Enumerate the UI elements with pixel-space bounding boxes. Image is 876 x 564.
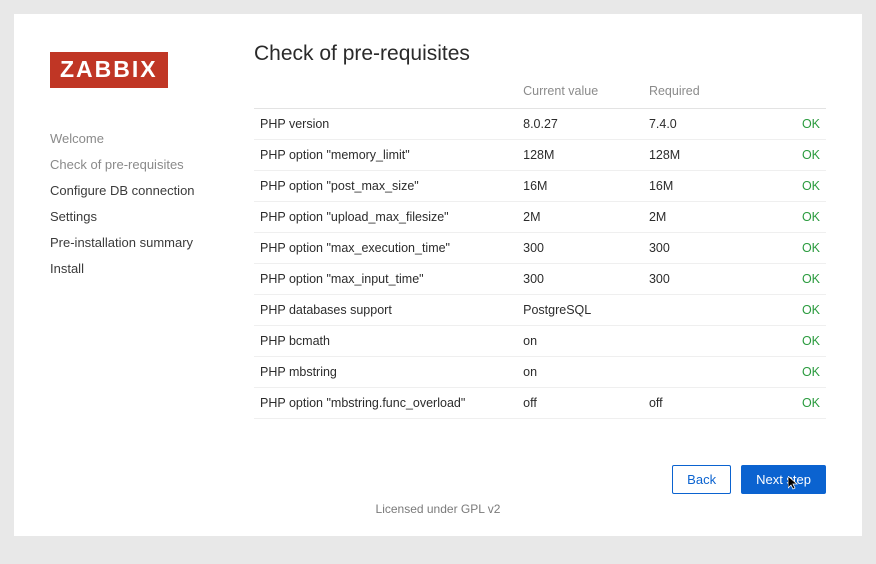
requirements-table: Current value Required PHP version8.0.27… bbox=[254, 76, 826, 419]
cell-current: 128M bbox=[517, 140, 643, 171]
table-row: PHP option "max_input_time"300300OK bbox=[254, 264, 826, 295]
cell-required: 128M bbox=[643, 140, 757, 171]
cell-name: PHP option "mbstring.func_overload" bbox=[254, 388, 517, 419]
cell-name: PHP option "memory_limit" bbox=[254, 140, 517, 171]
next-step-label: Next step bbox=[756, 472, 811, 487]
col-required: Required bbox=[643, 76, 757, 109]
nav-step[interactable]: Install bbox=[50, 256, 248, 282]
cell-name: PHP option "max_input_time" bbox=[254, 264, 517, 295]
cell-required: 7.4.0 bbox=[643, 109, 757, 140]
back-button[interactable]: Back bbox=[672, 465, 731, 494]
table-row: PHP option "mbstring.func_overload"offof… bbox=[254, 388, 826, 419]
nav-step[interactable]: Settings bbox=[50, 204, 248, 230]
cell-required bbox=[643, 357, 757, 388]
table-row: PHP option "post_max_size"16M16MOK bbox=[254, 171, 826, 202]
cell-status: OK bbox=[757, 140, 826, 171]
wizard-buttons: Back Next step bbox=[254, 451, 826, 502]
cell-required bbox=[643, 326, 757, 357]
cell-status: OK bbox=[757, 233, 826, 264]
cell-status: OK bbox=[757, 388, 826, 419]
col-status bbox=[757, 76, 826, 109]
page-title: Check of pre-requisites bbox=[254, 42, 826, 66]
content-columns: ZABBIX WelcomeCheck of pre-requisitesCon… bbox=[50, 42, 826, 502]
cell-name: PHP version bbox=[254, 109, 517, 140]
right-column: Check of pre-requisites Current value Re… bbox=[248, 42, 826, 502]
brand-logo: ZABBIX bbox=[50, 52, 168, 88]
nav-step[interactable]: Welcome bbox=[50, 126, 248, 152]
cell-current: 8.0.27 bbox=[517, 109, 643, 140]
cell-name: PHP mbstring bbox=[254, 357, 517, 388]
cell-current: 300 bbox=[517, 264, 643, 295]
cell-status: OK bbox=[757, 264, 826, 295]
cell-required: 300 bbox=[643, 233, 757, 264]
cell-current: 300 bbox=[517, 233, 643, 264]
cell-required: off bbox=[643, 388, 757, 419]
cell-current: PostgreSQL bbox=[517, 295, 643, 326]
table-row: PHP option "memory_limit"128M128MOK bbox=[254, 140, 826, 171]
table-row: PHP option "upload_max_filesize"2M2MOK bbox=[254, 202, 826, 233]
table-row: PHP version8.0.277.4.0OK bbox=[254, 109, 826, 140]
cell-current: 2M bbox=[517, 202, 643, 233]
col-name bbox=[254, 76, 517, 109]
license-footer: Licensed under GPL v2 bbox=[50, 502, 826, 518]
cell-current: on bbox=[517, 357, 643, 388]
cell-name: PHP option "upload_max_filesize" bbox=[254, 202, 517, 233]
table-row: PHP bcmathon OK bbox=[254, 326, 826, 357]
cell-status: OK bbox=[757, 171, 826, 202]
cell-name: PHP bcmath bbox=[254, 326, 517, 357]
cell-current: on bbox=[517, 326, 643, 357]
table-row: PHP option "max_execution_time"300300OK bbox=[254, 233, 826, 264]
cell-required: 300 bbox=[643, 264, 757, 295]
table-fade bbox=[254, 437, 826, 451]
table-row: PHP databases supportPostgreSQL OK bbox=[254, 295, 826, 326]
setup-steps-nav: WelcomeCheck of pre-requisitesConfigure … bbox=[50, 126, 248, 282]
cell-required: 16M bbox=[643, 171, 757, 202]
table-row: PHP mbstringon OK bbox=[254, 357, 826, 388]
nav-step[interactable]: Pre-installation summary bbox=[50, 230, 248, 256]
nav-step[interactable]: Configure DB connection bbox=[50, 178, 248, 204]
nav-step[interactable]: Check of pre-requisites bbox=[50, 152, 248, 178]
cell-status: OK bbox=[757, 357, 826, 388]
left-column: ZABBIX WelcomeCheck of pre-requisitesCon… bbox=[50, 42, 248, 502]
cell-name: PHP option "post_max_size" bbox=[254, 171, 517, 202]
requirements-table-wrap: Current value Required PHP version8.0.27… bbox=[254, 76, 826, 451]
cell-required bbox=[643, 295, 757, 326]
cell-current: 16M bbox=[517, 171, 643, 202]
cell-required: 2M bbox=[643, 202, 757, 233]
next-step-button[interactable]: Next step bbox=[741, 465, 826, 494]
cell-status: OK bbox=[757, 326, 826, 357]
cell-status: OK bbox=[757, 295, 826, 326]
cell-status: OK bbox=[757, 109, 826, 140]
cell-current: off bbox=[517, 388, 643, 419]
cell-status: OK bbox=[757, 202, 826, 233]
cell-name: PHP option "max_execution_time" bbox=[254, 233, 517, 264]
col-current: Current value bbox=[517, 76, 643, 109]
setup-page: ZABBIX WelcomeCheck of pre-requisitesCon… bbox=[14, 14, 862, 536]
cell-name: PHP databases support bbox=[254, 295, 517, 326]
